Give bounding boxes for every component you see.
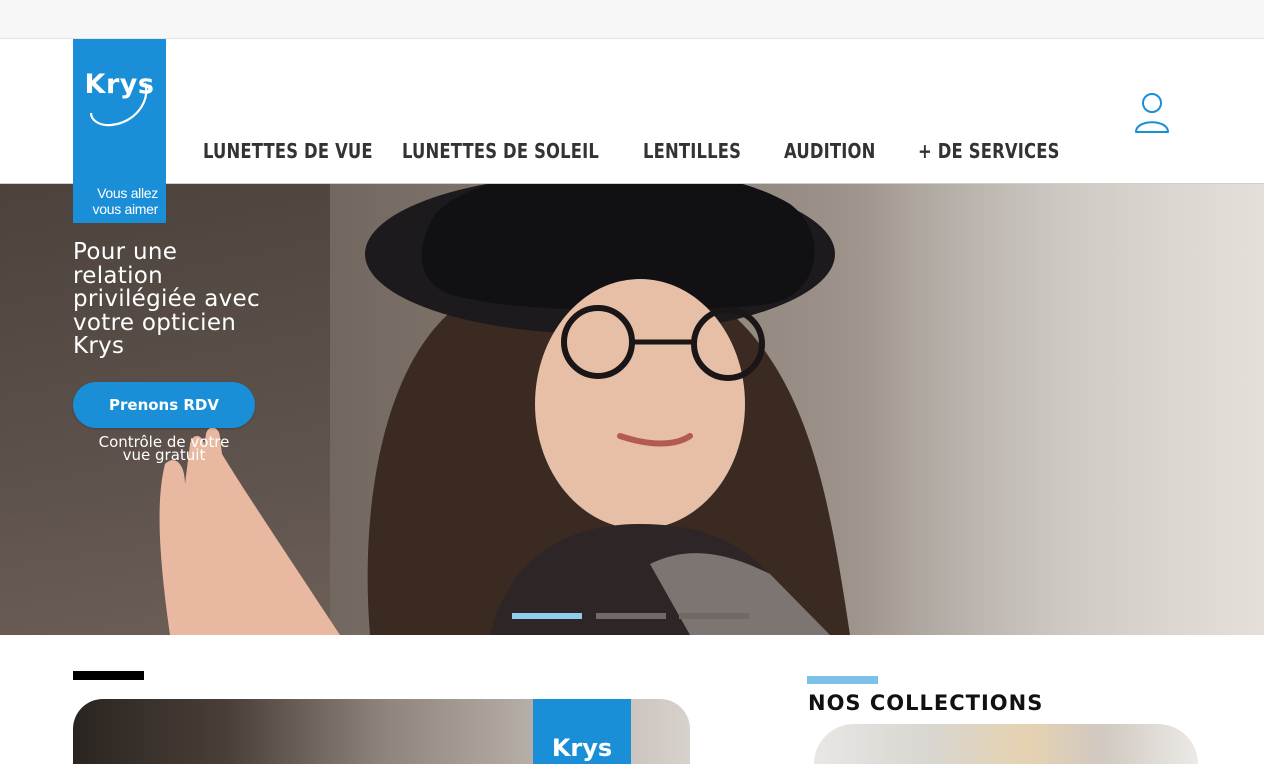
section-accent-bar [73,671,144,680]
hero-title: Pour une relation privilégiée avec votre… [73,239,260,359]
cta-subtitle: Contrôle de votre vue gratuit [98,433,230,464]
collections-title: NOS COLLECTIONS [808,691,1044,715]
store-logo-text: Krys [551,734,613,762]
store-krys-logo: Krys [533,699,631,764]
krys-logo[interactable]: Krys Vous allez vous aimer [73,39,166,223]
nav-item-lunettes-de-soleil[interactable]: LUNETTES DE SOLEIL [402,139,599,163]
collections-accent-bar [807,676,878,684]
user-icon[interactable] [1132,91,1172,135]
collections-image-card[interactable] [814,724,1198,764]
carousel-dot-2[interactable] [596,613,666,619]
nav-item-services[interactable]: + DE SERVICES [918,139,1060,163]
logo-tagline: Vous allez vous aimer [92,185,159,217]
nav-item-audition[interactable]: AUDITION [784,139,875,163]
site-header: LUNETTES DE VUE LUNETTES DE SOLEIL LENTI… [0,39,1264,184]
top-utility-bar [0,0,1264,39]
nav-item-lunettes-de-vue[interactable]: LUNETTES DE VUE [203,139,373,163]
carousel-dot-3[interactable] [679,613,749,619]
carousel-dot-1[interactable] [512,613,582,619]
nav-item-lentilles[interactable]: LENTILLES [643,139,741,163]
logo-brand-text: Krys [84,69,155,100]
book-appointment-button[interactable]: Prenons RDV [73,382,255,428]
